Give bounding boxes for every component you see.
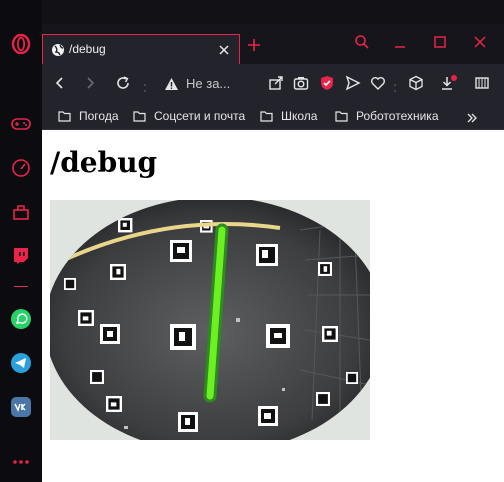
new-tab-icon[interactable]	[247, 37, 261, 51]
navigation-bar: Не за...	[42, 64, 504, 102]
box-icon[interactable]	[408, 75, 424, 91]
address-bar[interactable]: Не за...	[158, 72, 266, 94]
bookmark-label: Школа	[281, 109, 318, 123]
folder-icon	[58, 110, 71, 122]
browser-window: /debug Не за... Погода Соцсети и почта Ш…	[0, 0, 504, 482]
share-icon[interactable]	[268, 75, 284, 91]
camera-debug-image	[50, 200, 370, 440]
more-bookmarks-icon[interactable]	[466, 109, 478, 128]
bookmark-folder-3[interactable]: Робототехника	[335, 108, 439, 124]
more-icon[interactable]	[9, 450, 33, 474]
sidebar	[0, 0, 42, 482]
forward-icon[interactable]	[82, 75, 98, 91]
shield-icon[interactable]	[319, 75, 335, 91]
page-title: /debug	[50, 146, 158, 179]
bookmark-folder-0[interactable]: Погода	[58, 108, 119, 124]
minimize-icon[interactable]	[392, 34, 408, 50]
reload-icon[interactable]	[115, 75, 131, 91]
bookmarks-bar: Погода Соцсети и почта Школа Робототехни…	[42, 102, 504, 130]
heart-icon[interactable]	[370, 75, 386, 91]
bookmark-folder-2[interactable]: Школа	[260, 108, 317, 124]
opera-logo-icon[interactable]	[9, 32, 33, 56]
tab-title: /debug	[69, 42, 106, 56]
bookmark-label: Погода	[79, 109, 119, 123]
toolbar-separator	[394, 78, 396, 92]
download-icon[interactable]	[440, 75, 457, 91]
gamepad-icon[interactable]	[9, 112, 33, 136]
camera-frame	[50, 200, 370, 440]
vk-icon[interactable]	[9, 395, 33, 419]
folder-icon	[260, 110, 273, 122]
close-window-icon[interactable]	[472, 34, 488, 50]
speedometer-icon[interactable]	[9, 156, 33, 180]
send-icon[interactable]	[345, 75, 361, 91]
tab-active[interactable]: /debug	[42, 34, 240, 64]
folder-icon	[335, 110, 348, 122]
bookmark-label: Робототехника	[356, 109, 439, 123]
bag-icon[interactable]	[9, 200, 33, 224]
folder-icon	[133, 110, 146, 122]
nav-separator	[144, 78, 146, 92]
back-icon[interactable]	[52, 75, 68, 91]
whatsapp-icon[interactable]	[9, 307, 33, 331]
page-content: /debug	[42, 130, 504, 482]
search-tabs-icon[interactable]	[354, 34, 370, 50]
telegram-icon[interactable]	[9, 351, 33, 375]
bookmark-folder-1[interactable]: Соцсети и почта	[133, 108, 245, 124]
bookmark-label: Соцсети и почта	[154, 109, 246, 123]
globe-icon	[51, 42, 65, 61]
warning-icon[interactable]	[164, 76, 179, 95]
twitch-icon[interactable]	[9, 244, 33, 268]
camera-icon[interactable]	[293, 75, 309, 91]
sidebar-separator	[14, 286, 28, 287]
security-status-text: Не за...	[186, 76, 231, 91]
maximize-icon[interactable]	[432, 34, 448, 50]
tab-close-icon[interactable]	[217, 42, 231, 56]
tab-bar: /debug	[42, 24, 504, 64]
extensions-icon[interactable]	[474, 75, 490, 91]
